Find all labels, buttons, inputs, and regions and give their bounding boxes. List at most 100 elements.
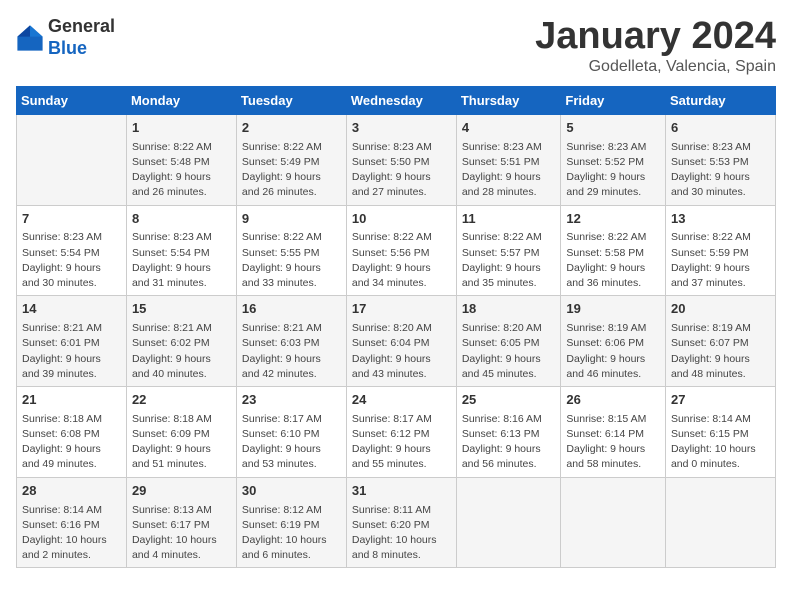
- calendar-cell: 12Sunrise: 8:22 AMSunset: 5:58 PMDayligh…: [561, 205, 666, 296]
- day-info: Sunrise: 8:22 AMSunset: 5:56 PMDaylight:…: [352, 230, 451, 291]
- logo-icon: [16, 24, 44, 52]
- day-info: Sunrise: 8:13 AMSunset: 6:17 PMDaylight:…: [132, 503, 231, 564]
- day-info: Sunrise: 8:11 AMSunset: 6:20 PMDaylight:…: [352, 503, 451, 564]
- calendar-cell: 9Sunrise: 8:22 AMSunset: 5:55 PMDaylight…: [236, 205, 346, 296]
- logo-general-text: General: [48, 16, 115, 36]
- calendar-table: SundayMondayTuesdayWednesdayThursdayFrid…: [16, 86, 776, 569]
- page-header: General Blue January 2024 Godelleta, Val…: [16, 16, 776, 76]
- calendar-cell: 14 Sunrise: 8:21 AMSunset: 6:01 PMDayligh…: [17, 296, 127, 387]
- calendar-cell: 18Sunrise: 8:20 AMSunset: 6:05 PMDayligh…: [456, 296, 561, 387]
- day-number: 5: [566, 119, 660, 138]
- day-number: 12: [566, 210, 660, 229]
- day-info: Sunrise: 8:23 AMSunset: 5:53 PMDaylight:…: [671, 140, 770, 201]
- calendar-cell: 11Sunrise: 8:22 AMSunset: 5:57 PMDayligh…: [456, 205, 561, 296]
- calendar-body: 1 Sunrise: 8:22 AMSunset: 5:48 PMDaylight…: [17, 114, 776, 568]
- day-info: Sunrise: 8:22 AMSunset: 5:55 PMDaylight:…: [242, 230, 341, 291]
- day-info: Sunrise: 8:21 AMSunset: 6:02 PMDaylight:…: [132, 321, 231, 382]
- header-cell-tuesday: Tuesday: [236, 86, 346, 114]
- day-number: 20: [671, 300, 770, 319]
- day-number: 14: [22, 300, 121, 319]
- day-info: Sunrise: 8:21 AMSunset: 6:03 PMDaylight:…: [242, 321, 341, 382]
- calendar-cell: 4 Sunrise: 8:23 AMSunset: 5:51 PMDaylight…: [456, 114, 561, 205]
- calendar-cell: 25Sunrise: 8:16 AMSunset: 6:13 PMDayligh…: [456, 386, 561, 477]
- header-cell-sunday: Sunday: [17, 86, 127, 114]
- day-number: 27: [671, 391, 770, 410]
- day-number: 16: [242, 300, 341, 319]
- day-info: Sunrise: 8:23 AMSunset: 5:54 PMDaylight:…: [22, 230, 121, 291]
- day-info: Sunrise: 8:21 AMSunset: 6:01 PMDaylight:…: [22, 321, 121, 382]
- day-info: Sunrise: 8:18 AMSunset: 6:09 PMDaylight:…: [132, 412, 231, 473]
- calendar-cell: 19 Sunrise: 8:19 AMSunset: 6:06 PMDayligh…: [561, 296, 666, 387]
- calendar-cell: 30Sunrise: 8:12 AMSunset: 6:19 PMDayligh…: [236, 477, 346, 568]
- day-number: 9: [242, 210, 341, 229]
- header-cell-monday: Monday: [126, 86, 236, 114]
- calendar-cell: 1 Sunrise: 8:22 AMSunset: 5:48 PMDaylight…: [126, 114, 236, 205]
- day-number: 17: [352, 300, 451, 319]
- calendar-cell: 22 Sunrise: 8:18 AMSunset: 6:09 PMDayligh…: [126, 386, 236, 477]
- calendar-cell: 28 Sunrise: 8:14 AMSunset: 6:16 PMDayligh…: [17, 477, 127, 568]
- calendar-cell: 3Sunrise: 8:23 AMSunset: 5:50 PMDaylight…: [346, 114, 456, 205]
- header-cell-wednesday: Wednesday: [346, 86, 456, 114]
- day-number: 13: [671, 210, 770, 229]
- week-row-1: 1 Sunrise: 8:22 AMSunset: 5:48 PMDaylight…: [17, 114, 776, 205]
- day-info: Sunrise: 8:22 AMSunset: 5:48 PMDaylight:…: [132, 140, 231, 201]
- day-number: 1: [132, 119, 231, 138]
- day-info: Sunrise: 8:22 AMSunset: 5:58 PMDaylight:…: [566, 230, 660, 291]
- header-cell-friday: Friday: [561, 86, 666, 114]
- day-info: Sunrise: 8:23 AMSunset: 5:54 PMDaylight:…: [132, 230, 231, 291]
- day-info: Sunrise: 8:22 AMSunset: 5:59 PMDaylight:…: [671, 230, 770, 291]
- day-number: 6: [671, 119, 770, 138]
- day-info: Sunrise: 8:22 AMSunset: 5:49 PMDaylight:…: [242, 140, 341, 201]
- day-number: 7: [22, 210, 121, 229]
- day-number: 19: [566, 300, 660, 319]
- calendar-cell: 31Sunrise: 8:11 AMSunset: 6:20 PMDayligh…: [346, 477, 456, 568]
- calendar-cell: 29 Sunrise: 8:13 AMSunset: 6:17 PMDayligh…: [126, 477, 236, 568]
- logo: General Blue: [16, 16, 115, 59]
- day-number: 22: [132, 391, 231, 410]
- calendar-cell: 6 Sunrise: 8:23 AMSunset: 5:53 PMDaylight…: [665, 114, 775, 205]
- header-row: SundayMondayTuesdayWednesdayThursdayFrid…: [17, 86, 776, 114]
- day-number: 30: [242, 482, 341, 501]
- day-number: 28: [22, 482, 121, 501]
- header-cell-saturday: Saturday: [665, 86, 775, 114]
- day-number: 8: [132, 210, 231, 229]
- calendar-cell: 20 Sunrise: 8:19 AMSunset: 6:07 PMDayligh…: [665, 296, 775, 387]
- day-info: Sunrise: 8:23 AMSunset: 5:51 PMDaylight:…: [462, 140, 556, 201]
- calendar-cell: 10Sunrise: 8:22 AMSunset: 5:56 PMDayligh…: [346, 205, 456, 296]
- day-number: 24: [352, 391, 451, 410]
- calendar-cell: 2 Sunrise: 8:22 AMSunset: 5:49 PMDaylight…: [236, 114, 346, 205]
- calendar-cell: 5 Sunrise: 8:23 AMSunset: 5:52 PMDaylight…: [561, 114, 666, 205]
- calendar-cell: 15 Sunrise: 8:21 AMSunset: 6:02 PMDayligh…: [126, 296, 236, 387]
- week-row-4: 21Sunrise: 8:18 AMSunset: 6:08 PMDayligh…: [17, 386, 776, 477]
- day-number: 29: [132, 482, 231, 501]
- day-info: Sunrise: 8:14 AMSunset: 6:16 PMDaylight:…: [22, 503, 121, 564]
- day-info: Sunrise: 8:17 AMSunset: 6:12 PMDaylight:…: [352, 412, 451, 473]
- calendar-cell: [665, 477, 775, 568]
- day-info: Sunrise: 8:19 AMSunset: 6:07 PMDaylight:…: [671, 321, 770, 382]
- calendar-cell: 17 Sunrise: 8:20 AMSunset: 6:04 PMDayligh…: [346, 296, 456, 387]
- day-number: 10: [352, 210, 451, 229]
- week-row-3: 14 Sunrise: 8:21 AMSunset: 6:01 PMDayligh…: [17, 296, 776, 387]
- day-number: 4: [462, 119, 556, 138]
- day-info: Sunrise: 8:16 AMSunset: 6:13 PMDaylight:…: [462, 412, 556, 473]
- calendar-cell: 23Sunrise: 8:17 AMSunset: 6:10 PMDayligh…: [236, 386, 346, 477]
- calendar-cell: 7Sunrise: 8:23 AMSunset: 5:54 PMDaylight…: [17, 205, 127, 296]
- week-row-5: 28 Sunrise: 8:14 AMSunset: 6:16 PMDayligh…: [17, 477, 776, 568]
- day-number: 2: [242, 119, 341, 138]
- calendar-header: SundayMondayTuesdayWednesdayThursdayFrid…: [17, 86, 776, 114]
- day-info: Sunrise: 8:23 AMSunset: 5:52 PMDaylight:…: [566, 140, 660, 201]
- day-info: Sunrise: 8:18 AMSunset: 6:08 PMDaylight:…: [22, 412, 121, 473]
- calendar-cell: 8Sunrise: 8:23 AMSunset: 5:54 PMDaylight…: [126, 205, 236, 296]
- header-cell-thursday: Thursday: [456, 86, 561, 114]
- day-number: 23: [242, 391, 341, 410]
- day-info: Sunrise: 8:15 AMSunset: 6:14 PMDaylight:…: [566, 412, 660, 473]
- calendar-cell: [561, 477, 666, 568]
- calendar-cell: [17, 114, 127, 205]
- title-block: January 2024 Godelleta, Valencia, Spain: [535, 16, 776, 76]
- day-info: Sunrise: 8:20 AMSunset: 6:04 PMDaylight:…: [352, 321, 451, 382]
- calendar-cell: 21Sunrise: 8:18 AMSunset: 6:08 PMDayligh…: [17, 386, 127, 477]
- day-info: Sunrise: 8:19 AMSunset: 6:06 PMDaylight:…: [566, 321, 660, 382]
- day-number: 15: [132, 300, 231, 319]
- logo-blue-text: Blue: [48, 38, 87, 58]
- day-info: Sunrise: 8:22 AMSunset: 5:57 PMDaylight:…: [462, 230, 556, 291]
